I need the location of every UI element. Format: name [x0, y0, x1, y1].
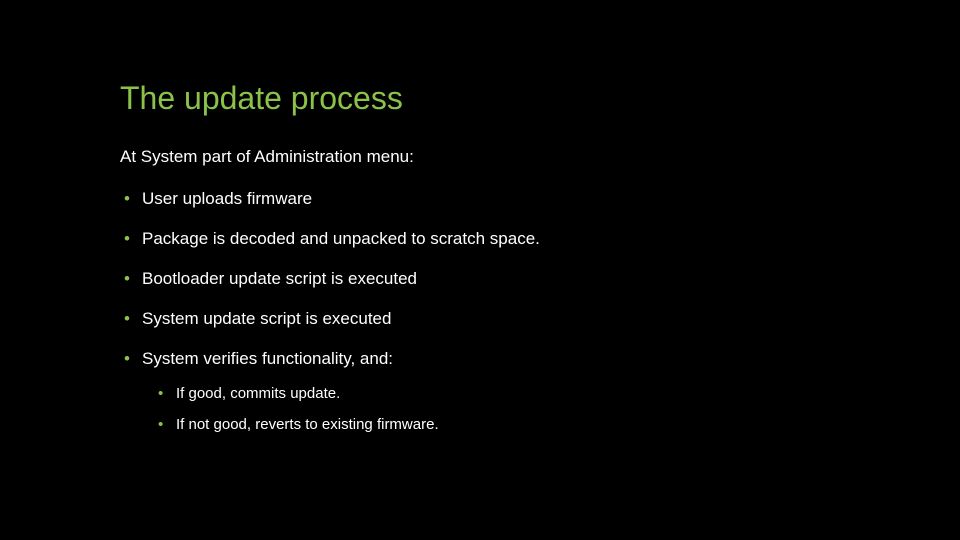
bullet-text: System update script is executed	[142, 309, 391, 328]
list-item: Package is decoded and unpacked to scrat…	[120, 229, 960, 249]
sub-bullet-text: If good, commits update.	[176, 385, 340, 402]
sub-bullet-list: If good, commits update. If not good, re…	[142, 385, 960, 433]
list-item: Bootloader update script is executed	[120, 269, 960, 289]
list-item: If good, commits update.	[156, 385, 960, 402]
bullet-text: Bootloader update script is executed	[142, 269, 417, 288]
list-item: System verifies functionality, and: If g…	[120, 349, 960, 433]
slide-title: The update process	[120, 80, 960, 117]
bullet-list: User uploads firmware Package is decoded…	[120, 189, 960, 433]
list-item: User uploads firmware	[120, 189, 960, 209]
bullet-text: User uploads firmware	[142, 189, 312, 208]
list-item: If not good, reverts to existing firmwar…	[156, 416, 960, 433]
bullet-text: Package is decoded and unpacked to scrat…	[142, 229, 540, 248]
bullet-text: System verifies functionality, and:	[142, 349, 393, 368]
slide: The update process At System part of Adm…	[0, 0, 960, 540]
list-item: System update script is executed	[120, 309, 960, 329]
sub-bullet-text: If not good, reverts to existing firmwar…	[176, 416, 439, 433]
slide-intro: At System part of Administration menu:	[120, 147, 960, 167]
